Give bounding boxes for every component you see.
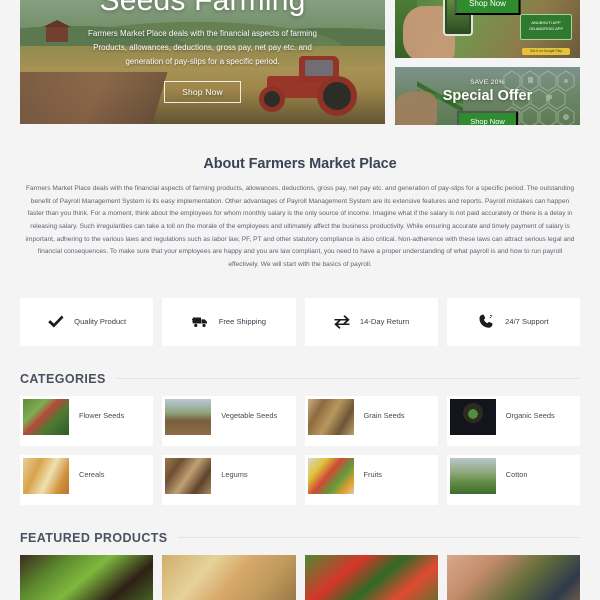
hero-title: Seeds Farming [99,0,306,17]
product-card[interactable] [304,554,438,600]
category-thumbnail [23,398,69,435]
category-card[interactable]: Cotton [446,454,580,505]
feature-label: 24/7 Support [505,317,549,327]
truck-icon [191,313,210,331]
google-play-badge[interactable]: Get it on Google Play [522,48,570,55]
feature-label: 14-Day Return [359,317,410,327]
promo-app-shop-now-button[interactable]: Shop Now [454,0,521,15]
promo-special-offer-banner[interactable]: SAVE 20% Special Offer Shop Now [395,67,580,125]
categories-heading-row: CATEGORIES [0,372,600,386]
featured-heading-row: FEATURED PRODUCTS [0,531,600,545]
category-thumbnail [307,398,354,435]
exchange-icon [333,313,351,331]
category-card[interactable]: Vegetable Seeds [162,395,296,446]
product-image [304,554,438,600]
category-card[interactable]: Flower Seeds [20,395,154,446]
phone-icon [478,313,496,331]
section-divider [177,537,580,539]
category-thumbnail [449,398,496,435]
feature-24-7-support[interactable]: 24/7 Support [446,297,580,346]
product-card[interactable] [446,554,580,600]
featured-heading: FEATURED PRODUCTS [20,530,168,545]
promo-column: ANUBHUTI APP ON ANDROID APP Get it on Go… [395,0,580,128]
feature-quality-product[interactable]: Quality Product [20,297,154,346]
product-card[interactable] [162,554,296,600]
section-divider [115,378,580,380]
promo-save-label: SAVE 20% [470,79,505,86]
featured-products-grid [0,545,600,600]
category-card[interactable]: Fruits [304,454,438,505]
app-badge: ANUBHUTI APP ON ANDROID APP [520,14,572,40]
feature-label: Free Shipping [218,317,267,327]
about-body: Farmers Market Place deals with the fina… [25,185,575,268]
category-thumbnail [307,457,354,494]
category-thumbnail [165,398,212,435]
features-row: Quality Product Free Shipping 14-Day Ret… [0,272,600,346]
category-name: Organic Seeds [505,410,555,420]
category-name: Legums [221,469,248,479]
feature-label: Quality Product [74,317,127,327]
category-card[interactable]: Legums [162,454,296,505]
app-badge-sub: ON ANDROID APP [528,26,564,31]
feature-14-day-return[interactable]: 14-Day Return [304,297,438,346]
category-card[interactable]: Organic Seeds [446,395,580,446]
hero-row: Seeds Farming Farmers Market Place deals… [0,0,600,128]
product-image [446,554,580,600]
category-name: Cotton [505,469,528,479]
promo-offer-shop-now-button[interactable]: Shop Now [457,111,518,125]
check-icon [47,313,65,331]
category-name: Cereals [79,469,105,479]
category-thumbnail [165,457,212,494]
category-name: Fruits [363,469,382,479]
categories-grid: Flower Seeds Vegetable Seeds Grain Seeds… [0,386,600,505]
about-heading: About Farmers Market Place [203,156,397,172]
product-image [20,554,154,600]
feature-free-shipping[interactable]: Free Shipping [162,297,296,346]
hero-description: Farmers Market Place deals with the fina… [88,29,317,66]
hero-shop-now-button[interactable]: Shop Now [164,81,241,103]
category-name: Grain Seeds [363,410,405,420]
about-section: About Farmers Market Place Farmers Marke… [0,128,600,272]
category-name: Flower Seeds [79,410,125,420]
promo-title: Special Offer [442,88,533,104]
category-card[interactable]: Cereals [20,454,154,505]
category-thumbnail [23,457,69,494]
category-card[interactable]: Grain Seeds [304,395,438,446]
hero-banner[interactable]: Seeds Farming Farmers Market Place deals… [20,0,385,124]
promo-app-banner[interactable]: ANUBHUTI APP ON ANDROID APP Get it on Go… [395,0,580,58]
categories-heading: CATEGORIES [20,371,106,386]
category-name: Vegetable Seeds [221,410,278,420]
category-thumbnail [449,457,496,494]
product-card[interactable] [20,554,154,600]
product-image [162,554,296,600]
page-root: Seeds Farming Farmers Market Place deals… [0,0,600,600]
